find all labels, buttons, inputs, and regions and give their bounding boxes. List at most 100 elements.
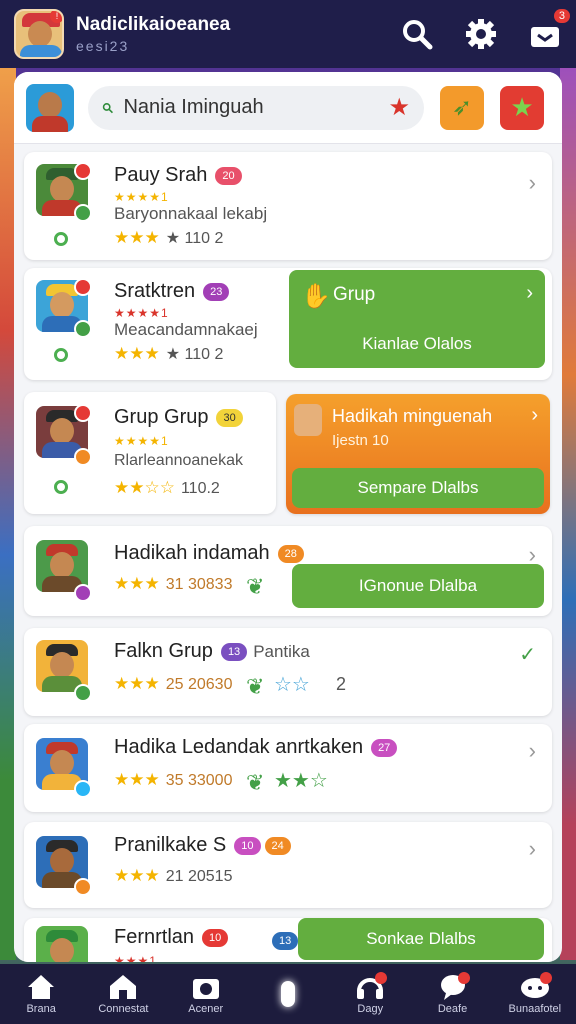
item-description: Meacandamnakaej [114,320,258,339]
search-row: ★ ➶ ★ [14,72,562,144]
top-bar: ! Nadiclikaioeanea eesi23 3 [0,0,576,68]
item-mini-rating: ★★★1 [114,954,157,962]
leaf-button[interactable]: ➶ [440,85,484,130]
search-bar[interactable]: ★ [88,85,424,130]
search-icon[interactable] [400,17,434,51]
item-stars: ★★★ [114,574,160,593]
item-mini-rating: ★★★★1 [114,306,169,320]
nav-item-center[interactable] [247,964,329,1024]
user-avatar[interactable] [26,83,74,132]
featured-group-card[interactable]: Hadikah minguenah Ijestn 10 › Sempare Dl… [286,394,550,514]
leaf-icon: ❦ [246,574,265,599]
item-stars: ★★★ [114,228,160,247]
thumbs-up-icon: ✋ [301,283,331,310]
favorite-star-icon[interactable]: ★ [388,93,410,122]
search-icon [102,102,113,113]
nav-item-dagy[interactable]: Dagy [329,964,411,1024]
chevron-right-icon[interactable]: › [529,738,536,764]
row-action-button[interactable]: Sonkae Dlalbs [298,918,544,960]
item-stars: ★★★ [114,674,160,693]
nav-item-connestat[interactable]: Connestat [82,964,164,1024]
nav-label: Connestat [98,1003,149,1015]
background-right-art [560,60,576,960]
leaf-icon: ❦ [246,770,265,795]
check-icon[interactable]: ✓ [519,642,536,667]
item-description: Rlarleannoanekak [114,452,243,469]
item-stars: ★★★ [114,866,160,885]
nav-item-brana[interactable]: Brana [0,964,82,1024]
group-action-card[interactable]: ✋ Grup › Kianlae Olalos [289,270,545,368]
list-item[interactable]: Pranilkake S 10 24 ★★★ 21 20515 › [24,822,552,908]
nav-item-acener[interactable]: Acener [165,964,247,1024]
row-action-button[interactable]: IGnonue Dlalba [292,564,544,608]
item-name: Hadikah indamah [114,542,270,564]
camera-icon [192,979,219,999]
leaf-icon: ➶ [451,94,473,121]
nav-label: Bunaafotel [508,1003,562,1015]
item-stars: ★★★ [114,344,160,363]
avatar-badge: ! [50,11,62,23]
item-trail: 2 [336,674,347,694]
nav-label: Brana [26,1003,56,1015]
nav-label: Dagy [357,1003,384,1015]
header-actions: 3 [400,9,570,51]
refresh-icon [54,348,68,362]
list-item[interactable]: Fernrtlan 10 ★★★1 13 Sonkae Dlalbs [24,918,552,962]
item-badge: 28 [277,544,304,563]
chevron-right-icon[interactable]: › [529,836,536,862]
profile-avatar[interactable]: ! [14,9,64,59]
group-action-title: Grup [333,284,376,305]
item-badge: 10 [202,928,229,947]
item-name: Falkn Grup [114,640,213,662]
nav-label: Deafe [437,1003,468,1015]
list-item[interactable]: Sratktren 23 ★★★★1 Meacandamnakaej ★★★ ★ 1… [24,268,552,380]
item-name: Hadika Ledandak anrtkaken [114,736,364,758]
header-titles: Nadiclikaioeanea eesi23 [76,14,400,54]
item-badge: 30 [216,408,243,427]
nav-notification-dot [539,972,552,984]
rating-stars-icon: ★★☆ [274,770,328,792]
item-name: Pranilkake S [114,834,227,856]
item-rating: 31 30833 [165,576,233,593]
nav-item-deafe[interactable]: Deafe [411,964,493,1024]
leaf-icon: ❦ [246,674,265,699]
item-badge: 23 [203,282,230,301]
item-rating: 110.2 [180,480,220,497]
item-mini-rating: ★★★★1 [114,434,169,448]
featured-subtitle: Ijestn 10 [332,432,389,449]
chevron-right-icon: › [526,282,533,304]
item-extra: Pantika [253,642,310,661]
nav-notification-dot [375,972,388,984]
main-panel: ★ ➶ ★ Pauy Srah20 ★★★★1 Baryonnakaal lek… [14,72,562,962]
item-badge: 10 [234,836,261,855]
star-icon: ★ [510,92,534,122]
inbox-icon[interactable]: 3 [528,9,570,51]
featured-action-button[interactable]: Sempare Dlalbs [292,468,544,508]
chevron-right-icon[interactable]: › [529,170,536,196]
item-description: Baryonnakaal lekabj [114,204,268,223]
list-item[interactable]: Hadika Ledandak anrtkaken 27 ★★★ 35 33000 … [24,724,552,812]
rating-stars-icon: ☆☆ [274,674,310,696]
item-name: Grup Grup [114,406,209,428]
item-rating: ★ 110 2 [165,230,224,247]
item-rating: 21 20515 [165,868,233,885]
item-badge: 13 [220,642,248,661]
list-item[interactable]: Hadikah indamah 28 ★★★ 31 30833 ❦ › IGnonu… [24,526,552,616]
item-stars: ★★★ [114,770,160,789]
item-stars: ★★☆☆ [114,478,175,497]
item-badge: 20 [215,166,242,185]
item-rating: 35 33000 [165,772,233,789]
list-item[interactable]: Falkn Grup 13 Pantika ★★★ 25 20630 ❦ ☆☆ 2 ✓ [24,628,552,716]
search-input[interactable] [123,96,389,119]
list-item[interactable]: Grup Grup 30 ★★★★1 Rlarleannoanekak ★★☆☆ 1… [24,392,276,514]
featured-title: Hadikah minguenah [332,406,493,426]
list-item[interactable]: Pauy Srah 20 ★★★★1 Baryonnakaal lekabj ★★… [24,152,552,260]
nav-item-bunaafotel[interactable]: Bunaafotel [494,964,576,1024]
item-name: Pauy Srah [114,164,208,186]
status-ring-icon [54,232,68,246]
item-rating: 25 20630 [165,676,233,693]
chevron-right-icon: › [531,404,538,426]
item-rating: ★ 110 2 [165,346,224,363]
star-button[interactable]: ★ [500,85,544,130]
gear-icon[interactable] [464,17,498,51]
